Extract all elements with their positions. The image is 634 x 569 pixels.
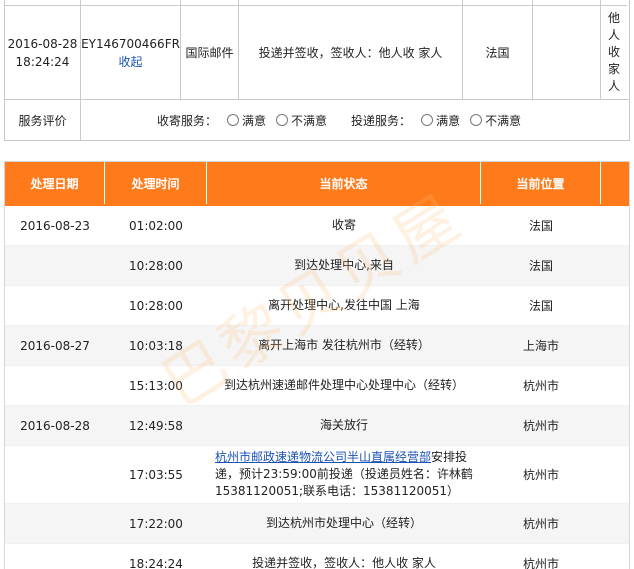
radio-icon[interactable] [421, 114, 434, 126]
rating-label: 服务评价 [5, 100, 81, 140]
row-date: 2016-08-27 [20, 338, 90, 353]
table-row: 2016-08-28 12:49:58 海关放行 杭州市 [5, 406, 629, 446]
delivery-rating: 投递服务： 满意 不满意 [351, 112, 521, 129]
table-row: 2016-08-23 01:02:00 收寄 法国 [5, 206, 629, 246]
row-location: 杭州市 [522, 468, 559, 482]
rating-row: 服务评价 收寄服务： 满意 不满意 投递服务： 满意 不满意 [5, 100, 629, 140]
pickup-unsatisfied-option[interactable]: 不满意 [276, 112, 327, 129]
table-header: 处理日期 处理时间 当前状态 当前位置 [5, 162, 629, 206]
row-status: 到达杭州速递邮件处理中心处理中心（经转） [223, 378, 464, 392]
row-time: 10:03:18 [129, 338, 183, 353]
tracking-number: EY146700466FR [81, 36, 180, 51]
row-date [5, 446, 105, 503]
table-row: 17:22:00 到达杭州市处理中心（经转） 杭州市 [5, 504, 629, 544]
pickup-satisfied-option[interactable]: 满意 [227, 112, 266, 129]
delivery-unsatisfied-option[interactable]: 不满意 [470, 112, 521, 129]
row-location: 法国 [528, 219, 553, 233]
delivery-satisfied-option[interactable]: 满意 [421, 112, 460, 129]
collapse-link[interactable]: 收起 [118, 53, 142, 71]
row-status: 海关放行 [319, 418, 368, 432]
row-time: 10:28:00 [129, 298, 183, 313]
row-time: 15:13:00 [129, 378, 183, 393]
row-location: 杭州市 [522, 419, 559, 433]
row-status: 离开上海市 发往杭州市（经转） [258, 338, 430, 352]
row-location: 杭州市 [522, 557, 559, 569]
row-time: 10:28:00 [129, 258, 183, 273]
option-label: 不满意 [485, 113, 522, 128]
header-location: 当前位置 [481, 162, 601, 204]
table-row: 2016-08-27 10:03:18 离开上海市 发往杭州市（经转） 上海市 [5, 326, 629, 366]
radio-icon[interactable] [470, 114, 483, 126]
row-status: 到达杭州市处理中心（经转） [265, 516, 422, 530]
tracking-table: 处理日期 处理时间 当前状态 当前位置 2016-08-23 01:02:00 … [4, 161, 630, 569]
row-date [5, 544, 105, 569]
header-spacer [601, 162, 629, 204]
radio-icon[interactable] [227, 114, 240, 126]
row-time: 17:22:00 [129, 516, 183, 531]
row-time: 12:49:58 [129, 418, 183, 433]
row-date [5, 286, 105, 325]
option-label: 满意 [436, 113, 461, 128]
delivery-label: 投递服务： [351, 113, 412, 128]
row-location: 杭州市 [522, 517, 559, 531]
radio-icon[interactable] [276, 114, 289, 126]
row-status: 杭州市邮政速递物流公司半山直属经营部安排投递，预计23:59:00前投递（投递员… [207, 446, 481, 503]
summary-tracking-cell: EY146700466FR 收起 [81, 6, 181, 99]
option-label: 满意 [242, 113, 267, 128]
summary-signer: 他人收家人 [601, 6, 627, 99]
summary-row: 2016-08-28 18:24:24 EY146700466FR 收起 国际邮… [5, 6, 629, 100]
pickup-rating: 收寄服务： 满意 不满意 [157, 112, 327, 129]
summary-datetime: 2016-08-28 18:24:24 [5, 6, 81, 99]
summary-status: 投递并签收，签收人：他人收 家人 [239, 6, 463, 99]
row-status: 收寄 [331, 218, 356, 232]
header-date: 处理日期 [5, 162, 105, 204]
row-location: 上海市 [522, 339, 559, 353]
row-time: 18:24:24 [129, 556, 183, 569]
summary-extra [533, 6, 601, 99]
pickup-label: 收寄服务： [157, 113, 218, 128]
row-time: 01:02:00 [129, 218, 183, 233]
shipment-summary: 2016-08-28 18:24:24 EY146700466FR 收起 国际邮… [4, 0, 630, 141]
row-location: 法国 [528, 299, 553, 313]
office-link[interactable]: 杭州市邮政速递物流公司半山直属经营部 [215, 450, 431, 464]
rating-options: 收寄服务： 满意 不满意 投递服务： 满意 不满意 [81, 100, 629, 140]
row-status: 到达处理中心,来自 [294, 258, 394, 272]
row-time: 17:03:55 [129, 467, 183, 482]
row-date [5, 246, 105, 285]
row-location: 法国 [528, 259, 553, 273]
table-row: 10:28:00 离开处理中心,发往中国 上海 法国 [5, 286, 629, 326]
signer-text: 他人收家人 [607, 11, 620, 93]
row-date: 2016-08-28 [20, 418, 90, 433]
row-date: 2016-08-23 [20, 218, 90, 233]
header-time: 处理时间 [105, 162, 207, 204]
summary-location: 法国 [463, 6, 533, 99]
table-row: 17:03:55 杭州市邮政速递物流公司半山直属经营部安排投递，预计23:59:… [5, 446, 629, 504]
table-row: 15:13:00 到达杭州速递邮件处理中心处理中心（经转） 杭州市 [5, 366, 629, 406]
table-row: 10:28:00 到达处理中心,来自 法国 [5, 246, 629, 286]
option-label: 不满意 [291, 113, 328, 128]
row-location: 杭州市 [522, 379, 559, 393]
summary-service-type: 国际邮件 [181, 6, 239, 99]
row-date [5, 504, 105, 543]
row-date [5, 366, 105, 405]
row-status: 投递并签收，签收人：他人收 家人 [252, 556, 436, 569]
table-row: 18:24:24 投递并签收，签收人：他人收 家人 杭州市 [5, 544, 629, 569]
header-status: 当前状态 [207, 162, 481, 204]
row-status: 离开处理中心,发往中国 上海 [268, 298, 420, 312]
